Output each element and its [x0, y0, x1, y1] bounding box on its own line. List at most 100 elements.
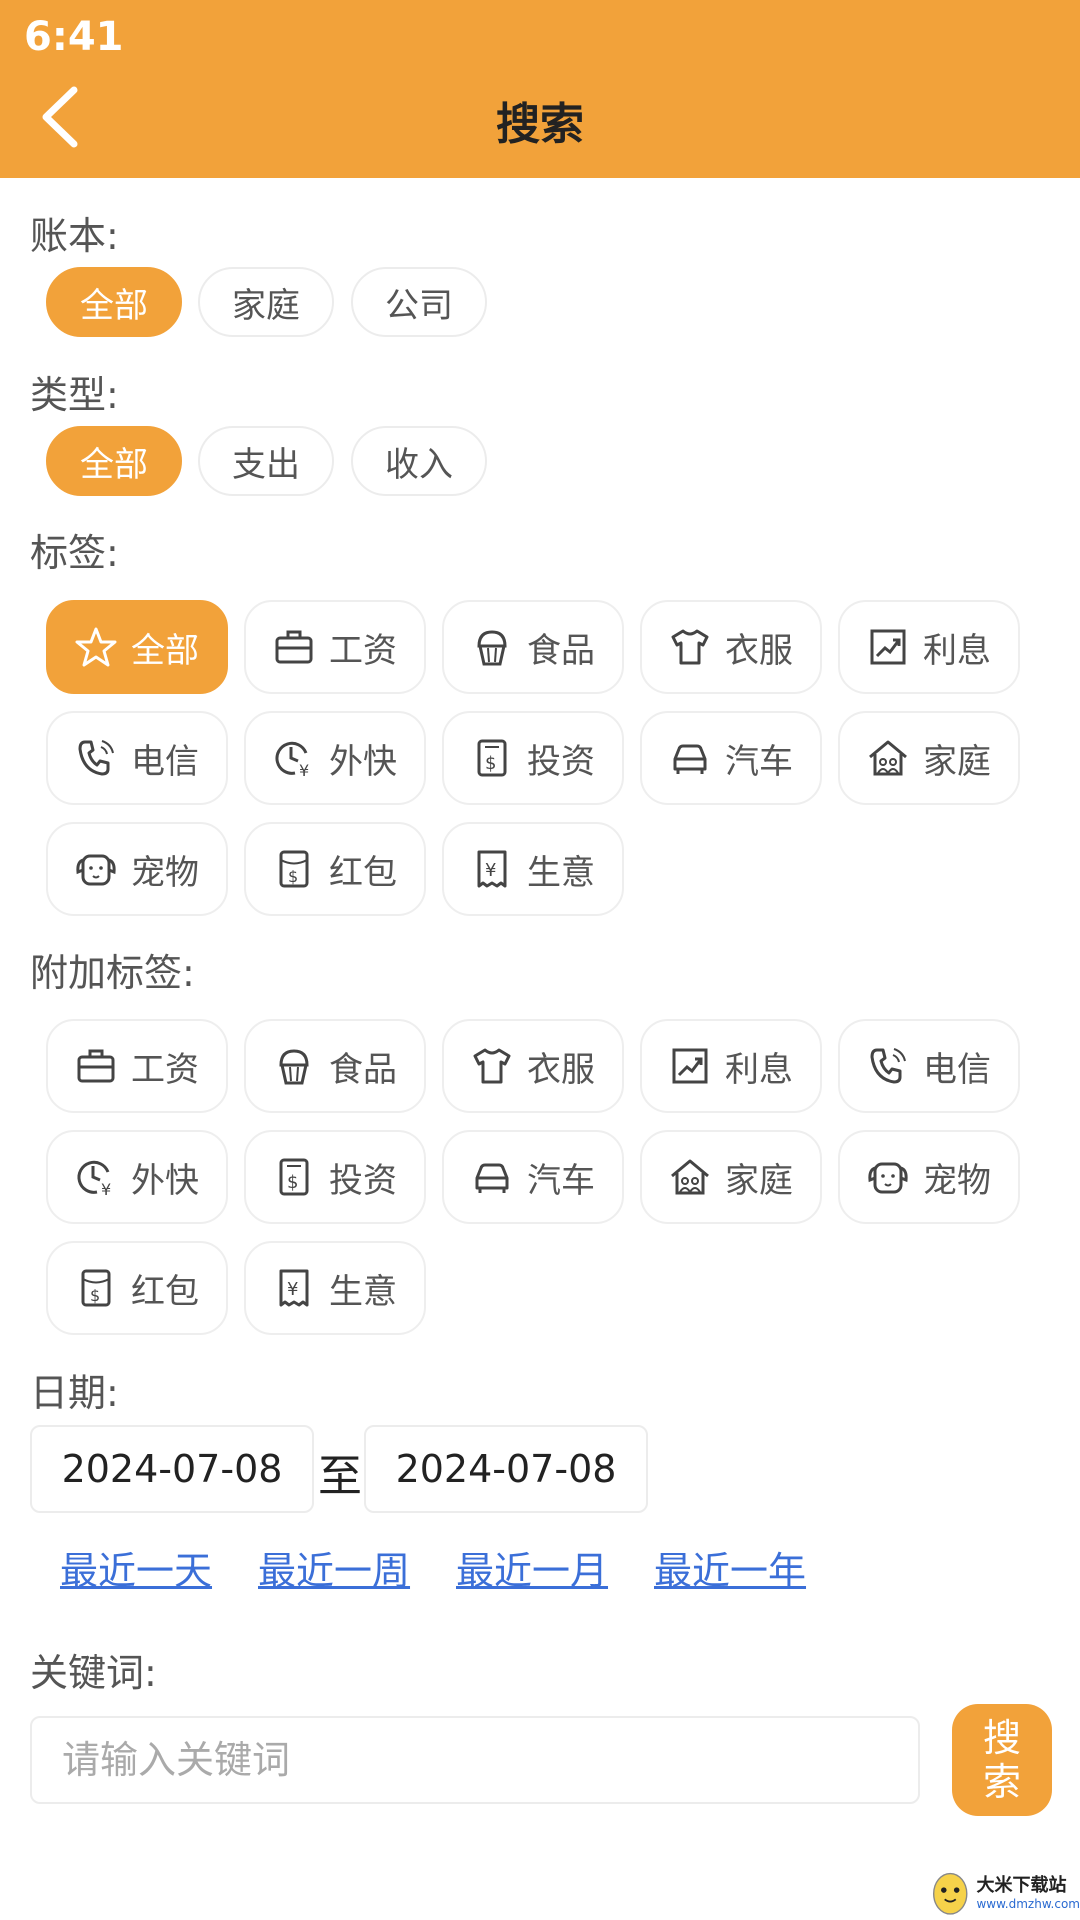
tag-label: 投资: [527, 741, 595, 782]
tag-investment[interactable]: $ 投资: [442, 711, 624, 805]
tag-label: 投资: [329, 1160, 397, 1201]
keyword-input[interactable]: [30, 1716, 920, 1804]
svg-text:$: $: [485, 753, 496, 774]
car-icon: [669, 737, 711, 779]
tag-label: 电信: [131, 741, 199, 782]
tag-label: 外快: [329, 741, 397, 782]
extra-tag-investment[interactable]: $ 投资: [244, 1130, 426, 1224]
family-house-icon: [867, 737, 909, 779]
tag-interest[interactable]: 利息: [838, 600, 1020, 694]
tag-label: 家庭: [923, 741, 991, 782]
trend-chart-icon: [669, 1045, 711, 1087]
tag-car[interactable]: 汽车: [640, 711, 822, 805]
quick-range-last-day[interactable]: 最近一天: [60, 1540, 212, 1595]
extra-tag-family[interactable]: 家庭: [640, 1130, 822, 1224]
tag-label: 外快: [131, 1160, 199, 1201]
tag-label: 汽车: [725, 741, 793, 782]
type-option-expense[interactable]: 支出: [198, 426, 334, 496]
tag-all[interactable]: 全部: [46, 600, 228, 694]
svg-text:¥: ¥: [287, 1279, 298, 1300]
briefcase-icon: [273, 626, 315, 668]
tags-label: 标签:: [30, 531, 119, 575]
start-date-field[interactable]: 2024-07-08: [30, 1425, 314, 1513]
tag-label: 电信: [923, 1049, 991, 1090]
tag-red-envelope[interactable]: $ 红包: [244, 822, 426, 916]
tag-label: 生意: [527, 852, 595, 893]
extra-tags-label: 附加标签:: [30, 951, 195, 995]
tag-label: 家庭: [725, 1160, 793, 1201]
trend-chart-icon: [867, 626, 909, 668]
extra-tag-salary[interactable]: 工资: [46, 1019, 228, 1113]
shirt-icon: [471, 1045, 513, 1087]
phone-icon: [867, 1045, 909, 1087]
tag-side-income[interactable]: ¥ 外快: [244, 711, 426, 805]
svg-text:$: $: [288, 867, 298, 886]
cupcake-icon: [273, 1045, 315, 1087]
extra-tag-food[interactable]: 食品: [244, 1019, 426, 1113]
tag-label: 食品: [527, 630, 595, 671]
car-icon: [471, 1156, 513, 1198]
clock-yen-icon: ¥: [75, 1156, 117, 1198]
extra-tag-business[interactable]: ¥ 生意: [244, 1241, 426, 1335]
tag-label: 宠物: [131, 852, 199, 893]
svg-text:$: $: [287, 1172, 298, 1193]
type-option-all[interactable]: 全部: [46, 426, 182, 496]
tag-salary[interactable]: 工资: [244, 600, 426, 694]
extra-tag-car[interactable]: 汽车: [442, 1130, 624, 1224]
ledger-option-company[interactable]: 公司: [351, 267, 487, 337]
tag-label: 利息: [725, 1049, 793, 1090]
svg-text:¥: ¥: [101, 1180, 111, 1198]
quick-range-last-week[interactable]: 最近一周: [258, 1540, 410, 1595]
family-house-icon: [669, 1156, 711, 1198]
ledger-option-family[interactable]: 家庭: [198, 267, 334, 337]
tag-label: 生意: [329, 1271, 397, 1312]
ledger-label: 账本:: [30, 214, 119, 258]
briefcase-icon: [75, 1045, 117, 1087]
status-bar-time: 6:41: [24, 14, 124, 60]
tag-clothes[interactable]: 衣服: [640, 600, 822, 694]
tag-label: 红包: [329, 852, 397, 893]
search-button[interactable]: 搜索: [952, 1704, 1052, 1816]
type-label: 类型:: [30, 373, 119, 417]
watermark-url: www.dmzhw.com: [976, 1897, 1080, 1911]
tag-label: 工资: [131, 1049, 199, 1090]
extra-tag-red-envelope[interactable]: $ 红包: [46, 1241, 228, 1335]
tag-label: 食品: [329, 1049, 397, 1090]
type-option-income[interactable]: 收入: [351, 426, 487, 496]
end-date-field[interactable]: 2024-07-08: [364, 1425, 648, 1513]
page-title: 搜索: [496, 99, 584, 150]
quick-range-last-month[interactable]: 最近一月: [456, 1540, 608, 1595]
cupcake-icon: [471, 626, 513, 668]
date-label: 日期:: [30, 1371, 119, 1415]
ledger-option-all[interactable]: 全部: [46, 267, 182, 337]
extra-tag-side-income[interactable]: ¥ 外快: [46, 1130, 228, 1224]
dollar-receipt-icon: $: [273, 1156, 315, 1198]
watermark-logo: 大米下载站 www.dmzhw.com: [930, 1862, 1080, 1920]
quick-range-last-year[interactable]: 最近一年: [654, 1540, 806, 1595]
app-header: 6:41 搜索: [0, 0, 1080, 178]
tag-food[interactable]: 食品: [442, 600, 624, 694]
tag-label: 红包: [131, 1271, 199, 1312]
tag-label: 全部: [131, 630, 199, 671]
tag-telecom[interactable]: 电信: [46, 711, 228, 805]
extra-tag-clothes[interactable]: 衣服: [442, 1019, 624, 1113]
svg-text:$: $: [90, 1286, 100, 1305]
tag-business[interactable]: ¥ 生意: [442, 822, 624, 916]
red-envelope-icon: $: [273, 848, 315, 890]
yen-receipt-icon: ¥: [471, 848, 513, 890]
extra-tag-telecom[interactable]: 电信: [838, 1019, 1020, 1113]
tag-label: 工资: [329, 630, 397, 671]
extra-tag-interest[interactable]: 利息: [640, 1019, 822, 1113]
tag-label: 宠物: [923, 1160, 991, 1201]
tag-pet[interactable]: 宠物: [46, 822, 228, 916]
star-icon: [75, 626, 117, 668]
tag-label: 衣服: [725, 630, 793, 671]
tag-label: 汽车: [527, 1160, 595, 1201]
keyword-label: 关键词:: [30, 1651, 157, 1695]
phone-icon: [75, 737, 117, 779]
pet-icon: [75, 848, 117, 890]
dollar-receipt-icon: $: [471, 737, 513, 779]
extra-tag-pet[interactable]: 宠物: [838, 1130, 1020, 1224]
tag-label: 利息: [923, 630, 991, 671]
tag-family[interactable]: 家庭: [838, 711, 1020, 805]
